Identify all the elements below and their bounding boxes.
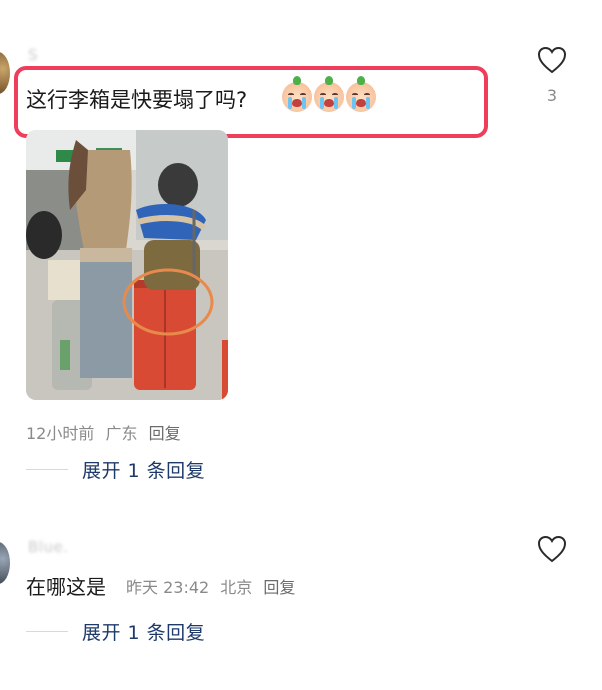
divider-dash [26, 631, 68, 632]
crying-face-emoji [346, 76, 376, 112]
crying-face-emoji [282, 76, 312, 112]
avatar[interactable] [0, 52, 10, 94]
avatar[interactable] [0, 542, 10, 584]
comment-text: 在哪这是 [26, 575, 106, 599]
comment-meta: 昨天 23:42 北京 回复 [126, 574, 301, 598]
comment-location: 广东 [105, 424, 138, 443]
expand-replies-label: 展开 1 条回复 [82, 622, 206, 644]
crying-face-emoji [314, 76, 344, 112]
emoji-group [282, 76, 376, 112]
reply-button[interactable]: 回复 [149, 424, 181, 443]
expand-replies-button[interactable]: 展开 1 条回复 [26, 456, 205, 483]
comment-location: 北京 [220, 578, 253, 597]
reply-button[interactable]: 回复 [263, 578, 295, 597]
photo-content [26, 130, 228, 400]
divider-dash [26, 469, 68, 470]
like-button[interactable] [537, 46, 567, 74]
comment-text: 这行李箱是快要塌了吗? [26, 88, 248, 112]
comment-time: 12小时前 [26, 424, 95, 443]
expand-replies-label: 展开 1 条回复 [82, 460, 206, 482]
like-count: 3 [546, 86, 558, 105]
expand-replies-button[interactable]: 展开 1 条回复 [26, 618, 205, 645]
like-button[interactable] [537, 535, 567, 563]
heart-outline-icon [537, 535, 567, 563]
comment-image-luggage[interactable] [26, 130, 228, 400]
username[interactable]: S [28, 46, 38, 64]
username[interactable]: Blue. [28, 538, 68, 556]
comment-time: 昨天 23:42 [126, 578, 210, 597]
comment-meta: 12小时前 广东 回复 [26, 420, 187, 444]
heart-outline-icon [537, 46, 567, 74]
